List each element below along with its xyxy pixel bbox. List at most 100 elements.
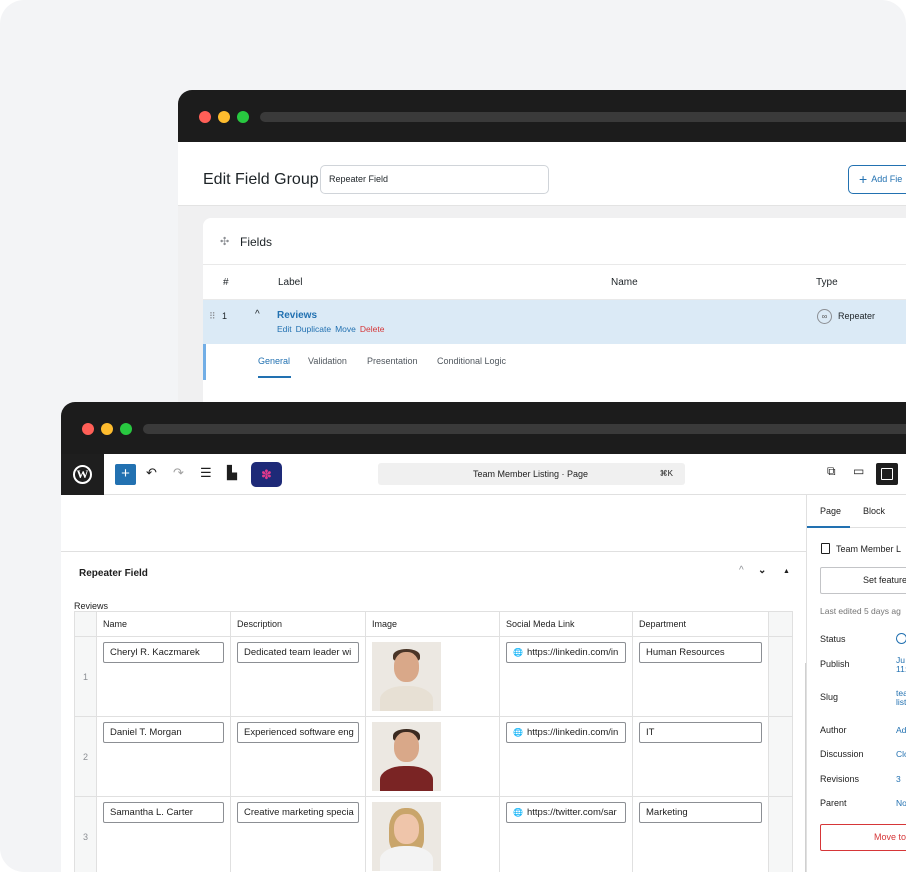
maximize-dot[interactable] xyxy=(237,111,249,123)
department-input[interactable]: Human Resources xyxy=(639,642,762,663)
external-link-icon[interactable]: ⧉ xyxy=(827,464,836,479)
row-index[interactable]: 2 xyxy=(74,716,97,797)
tab-general[interactable]: General xyxy=(258,356,290,366)
window-titlebar xyxy=(178,90,906,142)
row-index[interactable]: 1 xyxy=(74,636,97,717)
table-row: 3 Samantha L. Carter Creative marketing … xyxy=(74,796,793,872)
row-index[interactable]: 3 xyxy=(74,796,97,872)
address-bar[interactable] xyxy=(143,424,906,434)
name-input[interactable]: Cheryl R. Kaczmarek xyxy=(103,642,224,663)
field-row[interactable]: ⠿ 1 ^ Reviews Edit Duplicate Move Delete ∞ … xyxy=(203,300,906,344)
blank-block-area[interactable] xyxy=(61,495,806,552)
globe-icon: 🌐 xyxy=(513,728,523,737)
move-up-icon[interactable]: ^ xyxy=(739,565,744,576)
tab-conditional-logic[interactable]: Conditional Logic xyxy=(437,356,506,366)
globe-icon: 🌐 xyxy=(513,648,523,657)
drag-handle-icon[interactable]: ⠿ xyxy=(209,311,216,322)
col-department-header: Department xyxy=(632,611,769,637)
address-bar[interactable] xyxy=(260,112,906,122)
fields-panel: ✣ Fields # Label Name Type ⠿ 1 ^ Reviews… xyxy=(203,218,906,420)
revisions-label: Revisions xyxy=(820,774,860,784)
close-dot[interactable] xyxy=(82,423,94,435)
department-input[interactable]: Marketing xyxy=(639,802,762,823)
parent-label: Parent xyxy=(820,798,847,808)
publish-value-time[interactable]: 11: xyxy=(896,664,906,674)
delete-link[interactable]: Delete xyxy=(360,324,385,334)
wordpress-logo-button[interactable]: W xyxy=(61,454,104,495)
discussion-value[interactable]: Clo xyxy=(896,749,906,759)
duplicate-link[interactable]: Duplicate xyxy=(296,324,331,334)
set-featured-image-button[interactable]: Set feature xyxy=(820,567,906,594)
add-field-button[interactable]: + Add Fie xyxy=(848,165,906,194)
block-inserter-button[interactable]: + xyxy=(115,464,136,485)
edit-link[interactable]: Edit xyxy=(277,324,292,334)
profile-image[interactable] xyxy=(372,642,441,711)
social-link-input[interactable]: 🌐 https://linkedin.com/in xyxy=(506,722,626,743)
name-input[interactable]: Samantha L. Carter xyxy=(103,802,224,823)
list-view-icon[interactable]: ☰ xyxy=(200,465,212,481)
page-title: Edit Field Group xyxy=(203,171,319,188)
preview-device-icon[interactable]: ▭ xyxy=(853,464,864,478)
field-label-link[interactable]: Reviews xyxy=(277,310,317,321)
department-input[interactable]: IT xyxy=(639,722,762,743)
maximize-dot[interactable] xyxy=(120,423,132,435)
table-row: 1 Cheryl R. Kaczmarek Dedicated team lea… xyxy=(74,636,793,717)
avatar-body xyxy=(380,766,433,791)
fields-panel-header: ✣ Fields xyxy=(203,218,906,265)
name-input[interactable]: Daniel T. Morgan xyxy=(103,722,224,743)
row-actions[interactable] xyxy=(768,636,793,717)
block-title: Repeater Field xyxy=(79,568,148,579)
tab-block[interactable]: Block xyxy=(863,506,885,516)
minimize-dot[interactable] xyxy=(218,111,230,123)
slug-label: Slug xyxy=(820,692,839,702)
move-down-icon[interactable]: ⌄ xyxy=(758,565,766,576)
status-icon[interactable] xyxy=(896,633,906,644)
profile-image[interactable] xyxy=(372,802,441,871)
command-shortcut: ⌘K xyxy=(659,469,673,478)
collapse-toggle-icon[interactable]: ▲ xyxy=(783,568,790,575)
add-field-label: Add Fie xyxy=(871,174,903,184)
field-number: 1 xyxy=(222,311,228,321)
tab-page[interactable]: Page xyxy=(820,506,841,516)
avatar-head xyxy=(394,814,419,844)
window-titlebar xyxy=(61,402,906,454)
move-link[interactable]: Move xyxy=(335,324,356,334)
description-input[interactable]: Dedicated team leader wi xyxy=(237,642,359,663)
close-dot[interactable] xyxy=(199,111,211,123)
wordpress-icon: W xyxy=(73,465,92,484)
row-actions[interactable] xyxy=(768,796,793,872)
move-to-trash-button[interactable]: Move to xyxy=(820,824,906,851)
social-link-value: https://twitter.com/sar xyxy=(526,807,617,818)
page-icon xyxy=(821,543,830,554)
tab-presentation[interactable]: Presentation xyxy=(367,356,418,366)
author-label: Author xyxy=(820,725,847,735)
row-actions[interactable] xyxy=(768,716,793,797)
avatar-body xyxy=(380,846,433,871)
puzzle-icon: ✣ xyxy=(220,236,230,248)
social-link-input[interactable]: 🌐 https://twitter.com/sar xyxy=(506,802,626,823)
social-link-input[interactable]: 🌐 https://linkedin.com/in xyxy=(506,642,626,663)
clipboard-icon[interactable]: ▙ xyxy=(227,465,237,481)
avatar-head xyxy=(394,652,419,682)
plugin-icon-button[interactable]: ✽ xyxy=(251,462,282,487)
description-input[interactable]: Creative marketing specia xyxy=(237,802,359,823)
col-description-header: Description xyxy=(230,611,366,637)
redo-icon[interactable]: ↷ xyxy=(173,465,184,481)
profile-image[interactable] xyxy=(372,722,441,791)
undo-icon[interactable]: ↶ xyxy=(146,465,157,481)
description-input[interactable]: Experienced software eng xyxy=(237,722,359,743)
revisions-value[interactable]: 3 xyxy=(896,774,901,784)
slug-value-cont[interactable]: list xyxy=(896,697,906,707)
tab-validation[interactable]: Validation xyxy=(308,356,347,366)
field-group-title-input[interactable]: Repeater Field xyxy=(320,165,549,194)
acf-window: Edit Field Group Repeater Field + Add Fie… xyxy=(178,90,906,420)
document-bar[interactable]: Team Member Listing · Page ⌘K xyxy=(378,463,685,485)
discussion-label: Discussion xyxy=(820,749,864,759)
parent-value[interactable]: No xyxy=(896,798,906,808)
collapse-icon[interactable]: ^ xyxy=(255,309,260,320)
social-link-value: https://linkedin.com/in xyxy=(526,727,619,738)
settings-panel-toggle[interactable] xyxy=(876,463,898,485)
active-tab-indicator xyxy=(258,376,291,378)
minimize-dot[interactable] xyxy=(101,423,113,435)
author-value[interactable]: Ad xyxy=(896,725,906,735)
